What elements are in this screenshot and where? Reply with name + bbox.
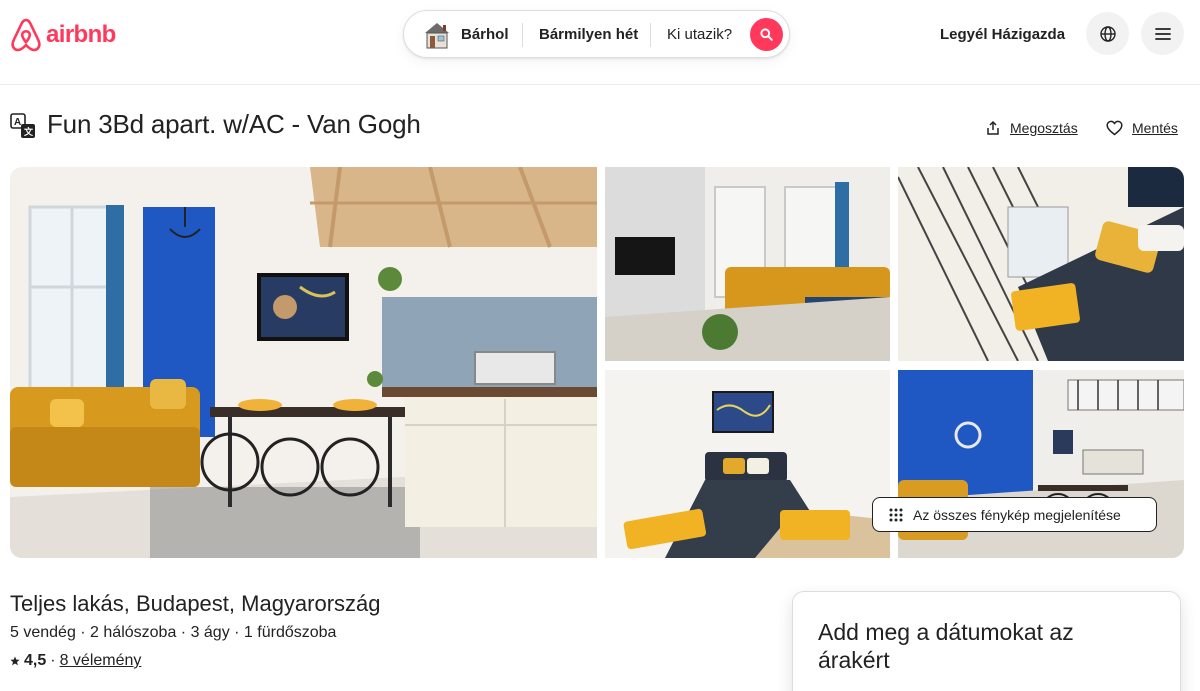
- booking-prompt: Add meg a dátumokat az árakért: [818, 619, 1074, 673]
- booking-card: Add meg a dátumokat az árakért: [792, 591, 1181, 691]
- search-divider: [650, 23, 651, 47]
- share-label: Megosztás: [1010, 120, 1078, 136]
- save-button[interactable]: Mentés: [1106, 120, 1178, 136]
- svg-text:文: 文: [23, 126, 34, 137]
- gallery-photo-living-room[interactable]: [605, 167, 890, 361]
- living-room-kitchen-image: [10, 167, 597, 558]
- globe-icon: [1099, 25, 1116, 42]
- share-button[interactable]: Megosztás: [985, 120, 1078, 136]
- listing-title-row: A 文 Fun 3Bd apart. w/AC - Van Gogh Megos…: [10, 108, 1184, 148]
- share-icon: [987, 120, 999, 135]
- rating-separator: ·: [50, 652, 56, 669]
- main-menu-button[interactable]: [1141, 12, 1184, 55]
- become-host-link[interactable]: Legyél Házigazda: [928, 20, 1077, 48]
- search-divider: [522, 23, 523, 47]
- search-bar[interactable]: Bárhol Bármilyen hét Ki utazik?: [403, 10, 790, 58]
- brand-wordmark: airbnb: [46, 21, 116, 48]
- gallery-photo-main[interactable]: [10, 167, 597, 558]
- search-icon: [760, 28, 773, 41]
- search-add-guests[interactable]: Ki utazik?: [667, 26, 732, 43]
- rating-value: 4,5: [24, 652, 47, 669]
- listing-specs: 5 vendég · 2 hálószoba · 3 ágy · 1 fürdő…: [10, 624, 337, 641]
- translate-icon[interactable]: A 文: [10, 113, 36, 139]
- airbnb-logo-icon: [11, 18, 41, 52]
- airbnb-logo[interactable]: airbnb: [10, 18, 116, 52]
- language-button[interactable]: [1086, 12, 1129, 55]
- listing-title: Fun 3Bd apart. w/AC - Van Gogh: [47, 109, 421, 139]
- save-label: Mentés: [1132, 120, 1178, 136]
- show-all-photos-label: Az összes fénykép megjelenítése: [913, 506, 1121, 523]
- gallery-photo-bedroom-top[interactable]: [898, 167, 1184, 361]
- svg-text:A: A: [14, 117, 21, 128]
- heart-icon: [1106, 120, 1123, 136]
- top-header: airbnb Bárhol Bármilyen hét Ki utazik? L…: [0, 0, 1200, 85]
- house-icon: [425, 23, 449, 49]
- search-anywhere[interactable]: Bárhol: [461, 26, 509, 43]
- living-room-image: [605, 167, 890, 361]
- reviews-link[interactable]: 8 vélemény: [60, 652, 142, 670]
- search-button[interactable]: [750, 18, 783, 51]
- hamburger-menu-icon: [1154, 27, 1171, 40]
- show-all-photos-button[interactable]: Az összes fénykép megjelenítése: [872, 497, 1157, 532]
- bedroom-top-image: [898, 167, 1184, 361]
- star-icon: [10, 656, 20, 666]
- listing-rating: 4,5 · 8 vélemény: [10, 652, 141, 670]
- search-any-week[interactable]: Bármilyen hét: [539, 26, 638, 43]
- listing-location-title: Teljes lakás, Budapest, Magyarország: [10, 591, 381, 616]
- grid-dots-icon: [889, 508, 903, 521]
- bedroom-image: [605, 370, 890, 558]
- gallery-photo-bedroom[interactable]: [605, 370, 890, 558]
